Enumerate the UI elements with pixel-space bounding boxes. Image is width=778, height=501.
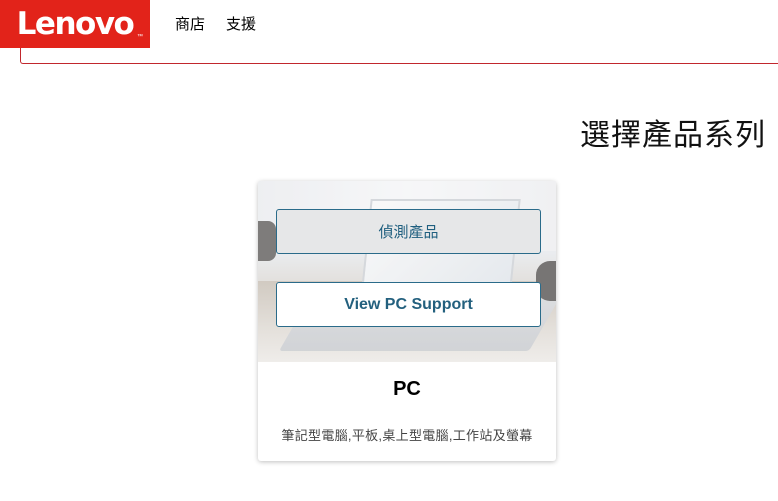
product-image: 偵測產品 View PC Support bbox=[258, 181, 556, 362]
nav-item-store[interactable]: 商店 bbox=[175, 13, 205, 34]
product-card-pc: 偵測產品 View PC Support PC 筆記型電腦,平板,桌上型電腦,工… bbox=[258, 181, 556, 461]
detect-product-button[interactable]: 偵測產品 bbox=[276, 209, 541, 254]
nav-item-support[interactable]: 支援 bbox=[226, 13, 256, 34]
main-nav: 商店 支援 bbox=[175, 13, 256, 34]
logo-text: Lenovo bbox=[16, 5, 135, 42]
card-description: 筆記型電腦,平板,桌上型電腦,工作站及螢幕 bbox=[281, 428, 533, 443]
page-title: 選擇產品系列 bbox=[580, 119, 766, 152]
alert-banner bbox=[20, 48, 778, 64]
card-title: PC bbox=[393, 378, 421, 400]
site-header: Lenovo ™ 商店 支援 bbox=[0, 0, 778, 48]
lenovo-logo[interactable]: Lenovo ™ bbox=[0, 0, 150, 48]
view-pc-support-button[interactable]: View PC Support bbox=[276, 282, 541, 327]
logo-trademark: ™ bbox=[137, 34, 143, 40]
